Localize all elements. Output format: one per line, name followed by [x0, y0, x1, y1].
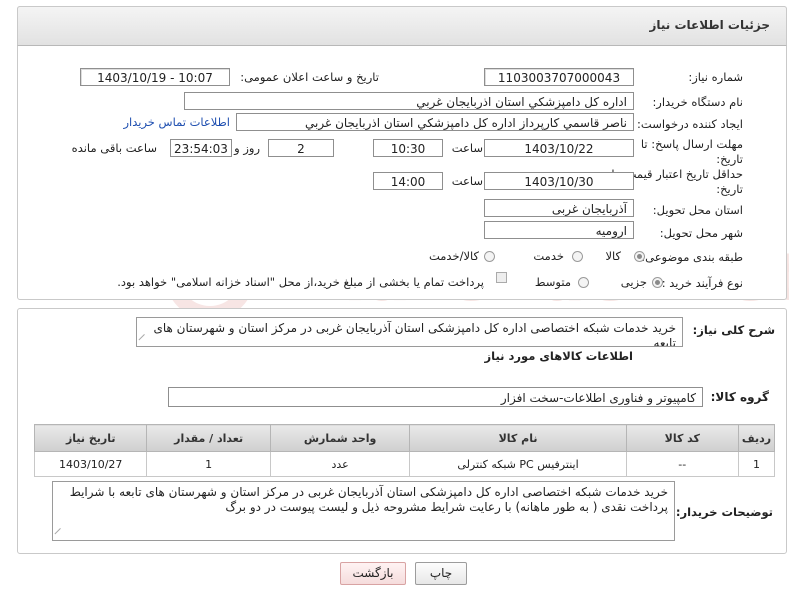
col-quantity: تعداد / مقدار: [146, 424, 271, 452]
goods-name-cell: اینترفیس PC شبکه کنترلی: [409, 451, 627, 477]
quantity-cell: 1: [146, 451, 271, 477]
back-button[interactable]: بازگشت: [340, 562, 406, 585]
payment-note: پرداخت تمام یا بخشی از مبلغ خرید،از محل …: [117, 275, 484, 289]
remaining-days-field: 2: [268, 139, 334, 157]
deadline-time-label: ساعت: [451, 141, 483, 155]
summary-text: خرید خدمات شبکه اختصاصی اداره کل دامپزشک…: [153, 321, 676, 347]
province-label: استان محل تحویل:: [652, 203, 743, 217]
table-row: 1 -- اینترفیس PC شبکه کنترلی عدد 1 1403/…: [33, 451, 776, 477]
deadline-time-field: 10:30: [373, 139, 443, 157]
category-option-goods-service: کالا/خدمت: [428, 249, 479, 263]
creator-field: ناصر قاسمي کارپرداز اداره کل دامپزشکي اس…: [236, 113, 634, 131]
price-validity-time-label: ساعت: [451, 174, 483, 188]
purchase-radio-medium[interactable]: [578, 277, 589, 288]
category-option-goods: کالا: [605, 249, 621, 263]
goods-table: ردیف کد کالا نام کالا واحد شمارش تعداد /…: [33, 424, 776, 477]
announce-date-label: تاریخ و ساعت اعلان عمومی:: [240, 70, 379, 84]
col-row-number: ردیف: [737, 424, 776, 452]
goods-table-header: ردیف کد کالا نام کالا واحد شمارش تعداد /…: [33, 424, 776, 452]
need-number-label: شماره نیاز:: [688, 70, 743, 84]
row-number-cell: 1: [737, 451, 776, 477]
category-radio-goods[interactable]: [634, 251, 645, 262]
buyer-notes-label: توضیحات خریدار:: [675, 505, 773, 519]
col-goods-code: کد کالا: [625, 424, 739, 452]
category-radio-service[interactable]: [572, 251, 583, 262]
col-need-date: تاریخ نیاز: [33, 424, 148, 452]
category-label: طبقه بندی موضوعی:: [641, 250, 743, 264]
category-option-service: خدمت: [533, 249, 564, 263]
panel-title-bar: جزئیات اطلاعات نیاز: [17, 6, 787, 46]
need-number-field: 1103003707000043: [484, 68, 634, 86]
category-radio-goods-service[interactable]: [484, 251, 495, 262]
purchase-option-minor: جزیی: [620, 275, 647, 289]
goods-info-title: اطلاعات کالاهای مورد نیاز: [484, 349, 633, 363]
remaining-label: ساعت باقی مانده: [71, 141, 157, 155]
province-field: آذربایجان غربی: [484, 199, 634, 217]
city-field: ارومیه: [484, 221, 634, 239]
col-goods-name: نام کالا: [409, 424, 627, 452]
goods-code-cell: --: [625, 451, 739, 477]
creator-label: ایجاد کننده درخواست:: [637, 117, 743, 131]
resize-handle[interactable]: [54, 527, 67, 540]
city-label: شهر محل تحویل:: [659, 226, 743, 240]
announce-date-field: 1403/10/19 - 10:07: [80, 68, 230, 86]
resize-handle[interactable]: [138, 333, 151, 346]
days-label: روز و: [234, 141, 260, 155]
unit-cell: عدد: [269, 451, 411, 477]
goods-group-label: گروه کالا:: [710, 390, 769, 404]
purchase-radio-minor[interactable]: [652, 277, 663, 288]
page-title: جزئیات اطلاعات نیاز: [649, 18, 770, 32]
deadline-date-field: 1403/10/22: [484, 139, 634, 157]
buyer-contact-link[interactable]: اطلاعات تماس خریدار: [123, 115, 230, 129]
purchase-option-medium: متوسط: [534, 275, 571, 289]
summary-label: شرح کلی نیاز:: [692, 323, 775, 337]
print-button[interactable]: چاپ: [415, 562, 467, 585]
need-date-cell: 1403/10/27: [33, 451, 148, 477]
buyer-notes-field: خرید خدمات شبکه اختصاصی اداره کل دامپزشک…: [52, 481, 675, 541]
deadline-label: مهلت ارسال پاسخ: تا تاریخ:: [640, 137, 743, 166]
buyer-org-field: اداره کل دامپزشکي استان اذربايجان غربي: [184, 92, 634, 110]
purchase-type-label: نوع فرآیند خرید :: [661, 276, 743, 290]
buyer-org-label: نام دستگاه خریدار:: [652, 95, 743, 109]
remaining-time-field: 23:54:03: [170, 139, 232, 157]
summary-field: خرید خدمات شبکه اختصاصی اداره کل دامپزشک…: [136, 317, 683, 347]
col-unit: واحد شمارش: [269, 424, 411, 452]
goods-group-field: کامپیوتر و فناوری اطلاعات-سخت افزار: [168, 387, 703, 407]
buyer-notes-text: خرید خدمات شبکه اختصاصی اداره کل دامپزشک…: [69, 485, 668, 514]
price-validity-time-field: 14:00: [373, 172, 443, 190]
treasury-checkbox[interactable]: [496, 272, 507, 283]
price-validity-date-field: 1403/10/30: [484, 172, 634, 190]
